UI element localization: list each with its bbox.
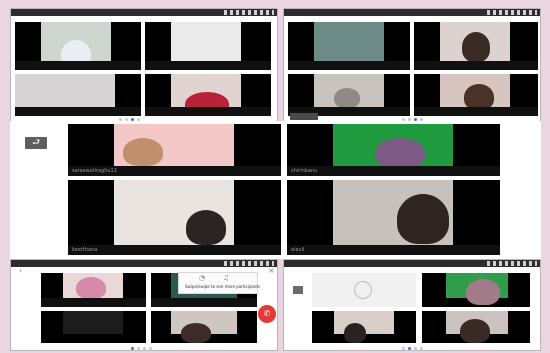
page-dot[interactable]	[414, 347, 417, 350]
status-icons	[487, 261, 537, 266]
person-figure	[460, 319, 490, 343]
page-dot-active[interactable]	[131, 347, 134, 350]
participant-name	[41, 298, 146, 307]
mic-icon	[354, 281, 372, 299]
participant-tile[interactable]	[145, 74, 271, 116]
participant-name	[15, 107, 141, 116]
participant-tile[interactable]	[145, 22, 271, 70]
participant-name	[145, 107, 271, 116]
page-dot[interactable]	[143, 347, 146, 350]
participant-name	[151, 298, 257, 307]
participant-name	[414, 107, 538, 116]
status-icons	[487, 10, 537, 15]
participant-tile[interactable]: keerthana	[68, 180, 281, 255]
participant-tile[interactable]	[15, 74, 141, 116]
participant-name	[15, 61, 141, 70]
participant-tile[interactable]	[422, 311, 530, 343]
participant-name	[288, 61, 410, 70]
back-arrow-icon: ⮐	[31, 138, 41, 148]
participant-tile[interactable]	[422, 273, 530, 307]
end-call-icon: ✆	[263, 309, 271, 318]
participant-tile[interactable]	[151, 311, 257, 343]
close-icon[interactable]: ×	[268, 266, 275, 275]
person-figure	[76, 277, 106, 299]
participant-name	[414, 61, 538, 70]
screen-top-right	[283, 8, 541, 123]
participant-tile[interactable]: elavil	[287, 180, 500, 255]
person-figure	[462, 32, 490, 62]
screen-bottom-right	[283, 259, 541, 351]
participant-tile[interactable]: saraswatiraghu12	[68, 124, 281, 176]
page-dot[interactable]	[402, 347, 405, 350]
person-figure	[123, 138, 163, 166]
status-bar	[284, 9, 540, 16]
page-indicator	[131, 347, 152, 350]
info-chip	[290, 113, 318, 120]
status-bar	[11, 9, 277, 16]
status-icons	[224, 10, 274, 15]
person-figure	[186, 210, 226, 245]
participant-tile[interactable]	[312, 311, 416, 343]
participant-tile[interactable]	[312, 273, 416, 307]
audio-icon[interactable]: ♫	[223, 274, 229, 282]
participant-tile[interactable]	[288, 74, 410, 116]
swipe-hint-popup: ◔ ♫ Swipe/swipe to see more participants	[178, 272, 261, 294]
participant-tile[interactable]	[414, 74, 538, 116]
page-dot[interactable]	[420, 347, 423, 350]
status-bar	[11, 260, 277, 267]
end-call-button[interactable]: ✆	[258, 305, 276, 323]
switch-camera-icon[interactable]: ◔	[199, 274, 205, 282]
page-dot-active[interactable]	[408, 347, 411, 350]
person-figure	[334, 88, 360, 108]
back-arrow-icon[interactable]: ‹	[19, 266, 22, 275]
small-control-button[interactable]	[293, 286, 303, 294]
swipe-hint-text: Swipe/swipe to see more participants	[185, 284, 261, 289]
participant-tile[interactable]	[414, 22, 538, 70]
participant-tile[interactable]	[41, 311, 146, 343]
back-button[interactable]: ⮐	[25, 137, 47, 149]
participant-name	[145, 61, 271, 70]
participant-tile[interactable]	[41, 273, 146, 307]
person-figure	[344, 323, 366, 343]
participant-tile[interactable]	[288, 22, 410, 70]
page-dot[interactable]	[149, 347, 152, 350]
page-dot[interactable]	[137, 347, 140, 350]
participant-name: shirinbanu	[287, 166, 500, 176]
participant-name: keerthana	[68, 245, 281, 255]
person-figure	[375, 138, 425, 168]
status-bar	[284, 260, 540, 267]
status-icons	[224, 261, 274, 266]
participant-tile[interactable]: shirinbanu	[287, 124, 500, 176]
participant-name: elavil	[287, 245, 500, 255]
participant-name: saraswatiraghu12	[68, 166, 281, 176]
person-figure	[466, 279, 500, 305]
person-figure	[397, 194, 449, 244]
page-indicator	[402, 347, 423, 350]
person-figure	[181, 323, 211, 343]
participant-tile[interactable]	[15, 22, 141, 70]
screen-top-left	[10, 8, 278, 123]
